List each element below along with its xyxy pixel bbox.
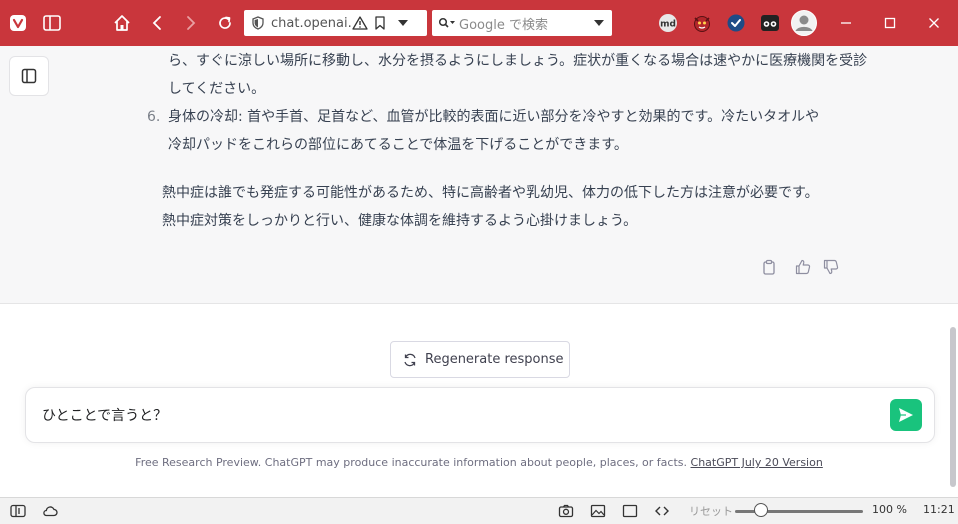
message-paragraph-line: 熱中症対策をしっかりと行い、健康な体調を維持するよう心掛けましょう。 xyxy=(162,213,638,229)
close-icon[interactable] xyxy=(921,10,947,36)
zoom-slider-handle[interactable] xyxy=(753,503,768,517)
copy-icon[interactable] xyxy=(761,259,777,275)
minimize-icon[interactable] xyxy=(833,10,859,36)
cloud-sync-icon[interactable] xyxy=(42,503,58,519)
browser-toolbar: chat.openai.c Google で検索 md xyxy=(0,0,958,46)
thumbs-up-icon[interactable] xyxy=(795,259,811,275)
maximize-icon[interactable] xyxy=(877,10,903,36)
monster-extension-icon[interactable] xyxy=(691,12,713,34)
message-input-box[interactable]: ひとことで言うと？ xyxy=(25,387,935,443)
home-icon[interactable] xyxy=(108,9,136,37)
vivaldi-menu-icon[interactable] xyxy=(4,9,32,37)
message-text-line: してください。 xyxy=(168,81,266,97)
sidebar-icon xyxy=(21,68,37,84)
clock-time: 11:21 xyxy=(923,503,955,516)
svg-text:md: md xyxy=(660,20,676,30)
reload-icon[interactable] xyxy=(211,9,239,37)
bookmark-icon[interactable] xyxy=(374,16,386,30)
window-icon[interactable] xyxy=(622,503,638,519)
send-button[interactable] xyxy=(890,399,922,431)
browser-status-bar: リセット 100 % 11:21 xyxy=(0,497,958,524)
thumbs-down-icon[interactable] xyxy=(823,259,839,275)
search-engine-icon[interactable] xyxy=(438,17,456,29)
refresh-icon xyxy=(404,353,416,366)
message-text-line: ら、すぐに涼しい場所に移動し、水分を摂るようにしましょう。症状が重くなる場合は速… xyxy=(168,53,868,69)
game-extension-icon[interactable] xyxy=(759,12,781,34)
warning-icon[interactable] xyxy=(352,16,368,30)
image-icon[interactable] xyxy=(590,503,606,519)
disclaimer: Free Research Preview. ChatGPT may produ… xyxy=(0,456,958,469)
regenerate-label: Regenerate response xyxy=(425,352,564,367)
camera-icon[interactable] xyxy=(558,503,574,519)
back-icon[interactable] xyxy=(143,9,171,37)
check-shield-extension-icon[interactable] xyxy=(725,12,747,34)
zoom-reset-button[interactable]: リセット xyxy=(689,503,733,519)
search-bar[interactable]: Google で検索 xyxy=(432,10,612,36)
send-icon xyxy=(899,408,913,422)
list-item-text: 冷却パッドをこれらの部位にあてることで体温を下げることができます。 xyxy=(168,137,628,153)
message-paragraph-line: 熱中症は誰でも発症する可能性があるため、特に高齢者や乳幼児、体力の低下した方は注… xyxy=(162,185,819,201)
url-text: chat.openai.c xyxy=(271,15,351,31)
disclaimer-text: Free Research Preview. ChatGPT may produ… xyxy=(135,456,691,469)
profile-avatar-icon[interactable] xyxy=(790,9,818,37)
version-link[interactable]: ChatGPT July 20 Version xyxy=(691,456,823,469)
panel-toggle-icon[interactable] xyxy=(10,503,26,519)
chevron-down-icon[interactable] xyxy=(594,19,604,27)
list-item-text: 身体の冷却: 首や手首、足首など、血管が比較的表面に近い部分を冷やすと効果的です… xyxy=(168,109,820,125)
regenerate-response-button[interactable]: Regenerate response xyxy=(390,341,570,378)
list-item-number: 6. xyxy=(147,109,161,125)
panel-toggle-icon[interactable] xyxy=(38,9,66,37)
message-input[interactable]: ひとことで言うと？ xyxy=(42,405,167,425)
address-bar[interactable]: chat.openai.c xyxy=(244,10,427,36)
sidebar-toggle-button[interactable] xyxy=(9,56,49,96)
security-shield-icon[interactable] xyxy=(251,16,265,30)
md-extension-icon[interactable]: md xyxy=(657,12,679,34)
zoom-level: 100 % xyxy=(872,503,907,516)
search-input[interactable]: Google で検索 xyxy=(459,14,594,33)
chevron-down-icon[interactable] xyxy=(398,19,408,27)
forward-icon[interactable] xyxy=(177,9,205,37)
code-icon[interactable] xyxy=(654,503,670,519)
assistant-message: ら、すぐに涼しい場所に移動し、水分を摂るようにしましょう。症状が重くなる場合は速… xyxy=(0,46,958,304)
